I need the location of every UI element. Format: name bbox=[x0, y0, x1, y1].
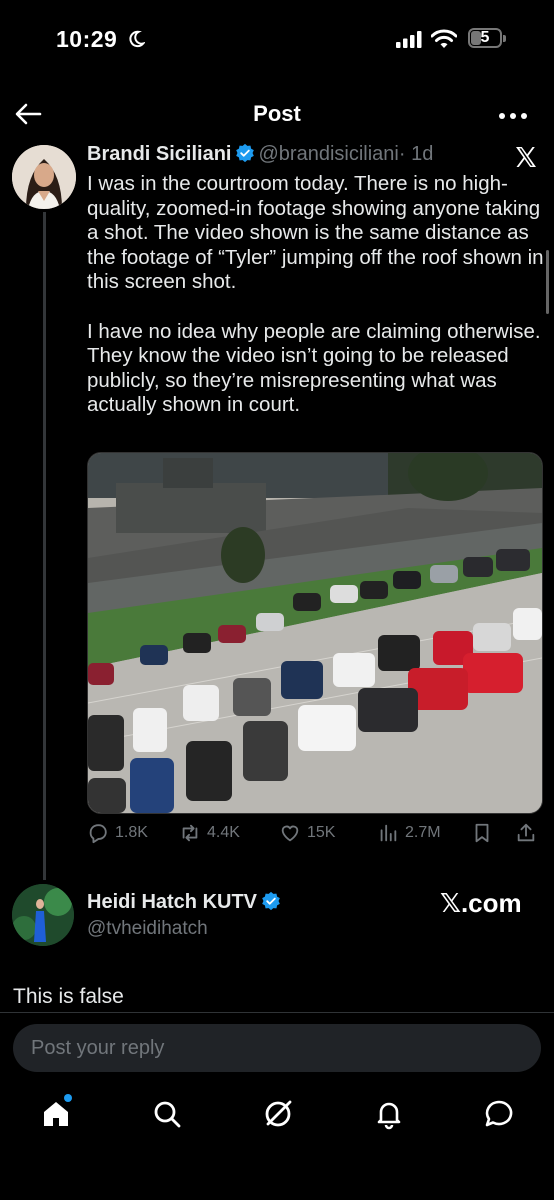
status-time: 10:29 bbox=[56, 26, 118, 52]
x-logo-icon bbox=[516, 147, 536, 167]
like-button[interactable]: 15K bbox=[279, 822, 335, 844]
xcom-watermark: 𝕏.com bbox=[440, 888, 522, 918]
thread-line bbox=[43, 212, 46, 880]
bookmark-button[interactable] bbox=[471, 822, 493, 844]
views-count: 2.7M bbox=[405, 824, 441, 841]
tweet-actions: 1.8K 4.4K 15K 2.7M bbox=[87, 822, 541, 850]
reply-avatar[interactable] bbox=[12, 884, 74, 946]
views-button[interactable]: 2.7M bbox=[377, 822, 441, 844]
tweet-author-name[interactable]: Brandi Siciliani bbox=[87, 143, 231, 165]
repost-button[interactable]: 4.4K bbox=[179, 822, 240, 844]
reply-icon bbox=[89, 824, 107, 844]
reply-text: This is false bbox=[13, 985, 124, 1008]
battery-indicator: 5 bbox=[468, 28, 508, 50]
messages-icon[interactable] bbox=[483, 1098, 515, 1130]
reply-count: 1.8K bbox=[115, 824, 148, 841]
reply-author-name[interactable]: Heidi Hatch KUTV bbox=[87, 891, 257, 913]
like-count: 15K bbox=[307, 824, 336, 841]
reply-button[interactable]: 1.8K bbox=[87, 822, 148, 844]
share-button[interactable] bbox=[515, 822, 537, 844]
grok-icon[interactable] bbox=[262, 1098, 294, 1130]
home-icon[interactable] bbox=[40, 1098, 72, 1130]
moon-icon bbox=[129, 30, 145, 48]
home-notification-dot bbox=[64, 1094, 72, 1102]
search-icon[interactable] bbox=[151, 1098, 183, 1130]
more-icon[interactable] bbox=[498, 112, 528, 120]
views-icon bbox=[380, 824, 397, 842]
bookmark-icon bbox=[475, 823, 489, 843]
page-title: Post bbox=[253, 101, 301, 126]
tweet-author-handle[interactable]: @brandisiciliani bbox=[258, 143, 398, 165]
repost-icon bbox=[182, 824, 198, 842]
wifi-icon bbox=[431, 29, 457, 48]
verified-icon bbox=[262, 891, 280, 911]
battery-level: 5 bbox=[480, 29, 490, 46]
like-icon bbox=[281, 825, 299, 842]
reply-author-row: Heidi Hatch KUTV bbox=[87, 891, 284, 914]
verified-icon bbox=[236, 143, 255, 163]
cellular-signal-icon bbox=[396, 31, 422, 48]
reply-input[interactable] bbox=[13, 1024, 541, 1072]
avatar[interactable] bbox=[12, 145, 76, 209]
tweet-timestamp: · 1d bbox=[398, 143, 434, 165]
share-icon bbox=[517, 823, 535, 842]
scrollbar[interactable] bbox=[546, 250, 549, 314]
tweet-author-row: Brandi Siciliani @brandisiciliani· 1d bbox=[87, 143, 433, 166]
tweet-text: I was in the courtroom today. There is n… bbox=[87, 172, 544, 417]
reply-author-handle[interactable]: @tvheidihatch bbox=[87, 918, 208, 940]
tweet-image[interactable] bbox=[87, 452, 543, 814]
notifications-icon[interactable] bbox=[373, 1098, 405, 1130]
repost-count: 4.4K bbox=[207, 824, 240, 841]
divider bbox=[0, 1012, 554, 1013]
